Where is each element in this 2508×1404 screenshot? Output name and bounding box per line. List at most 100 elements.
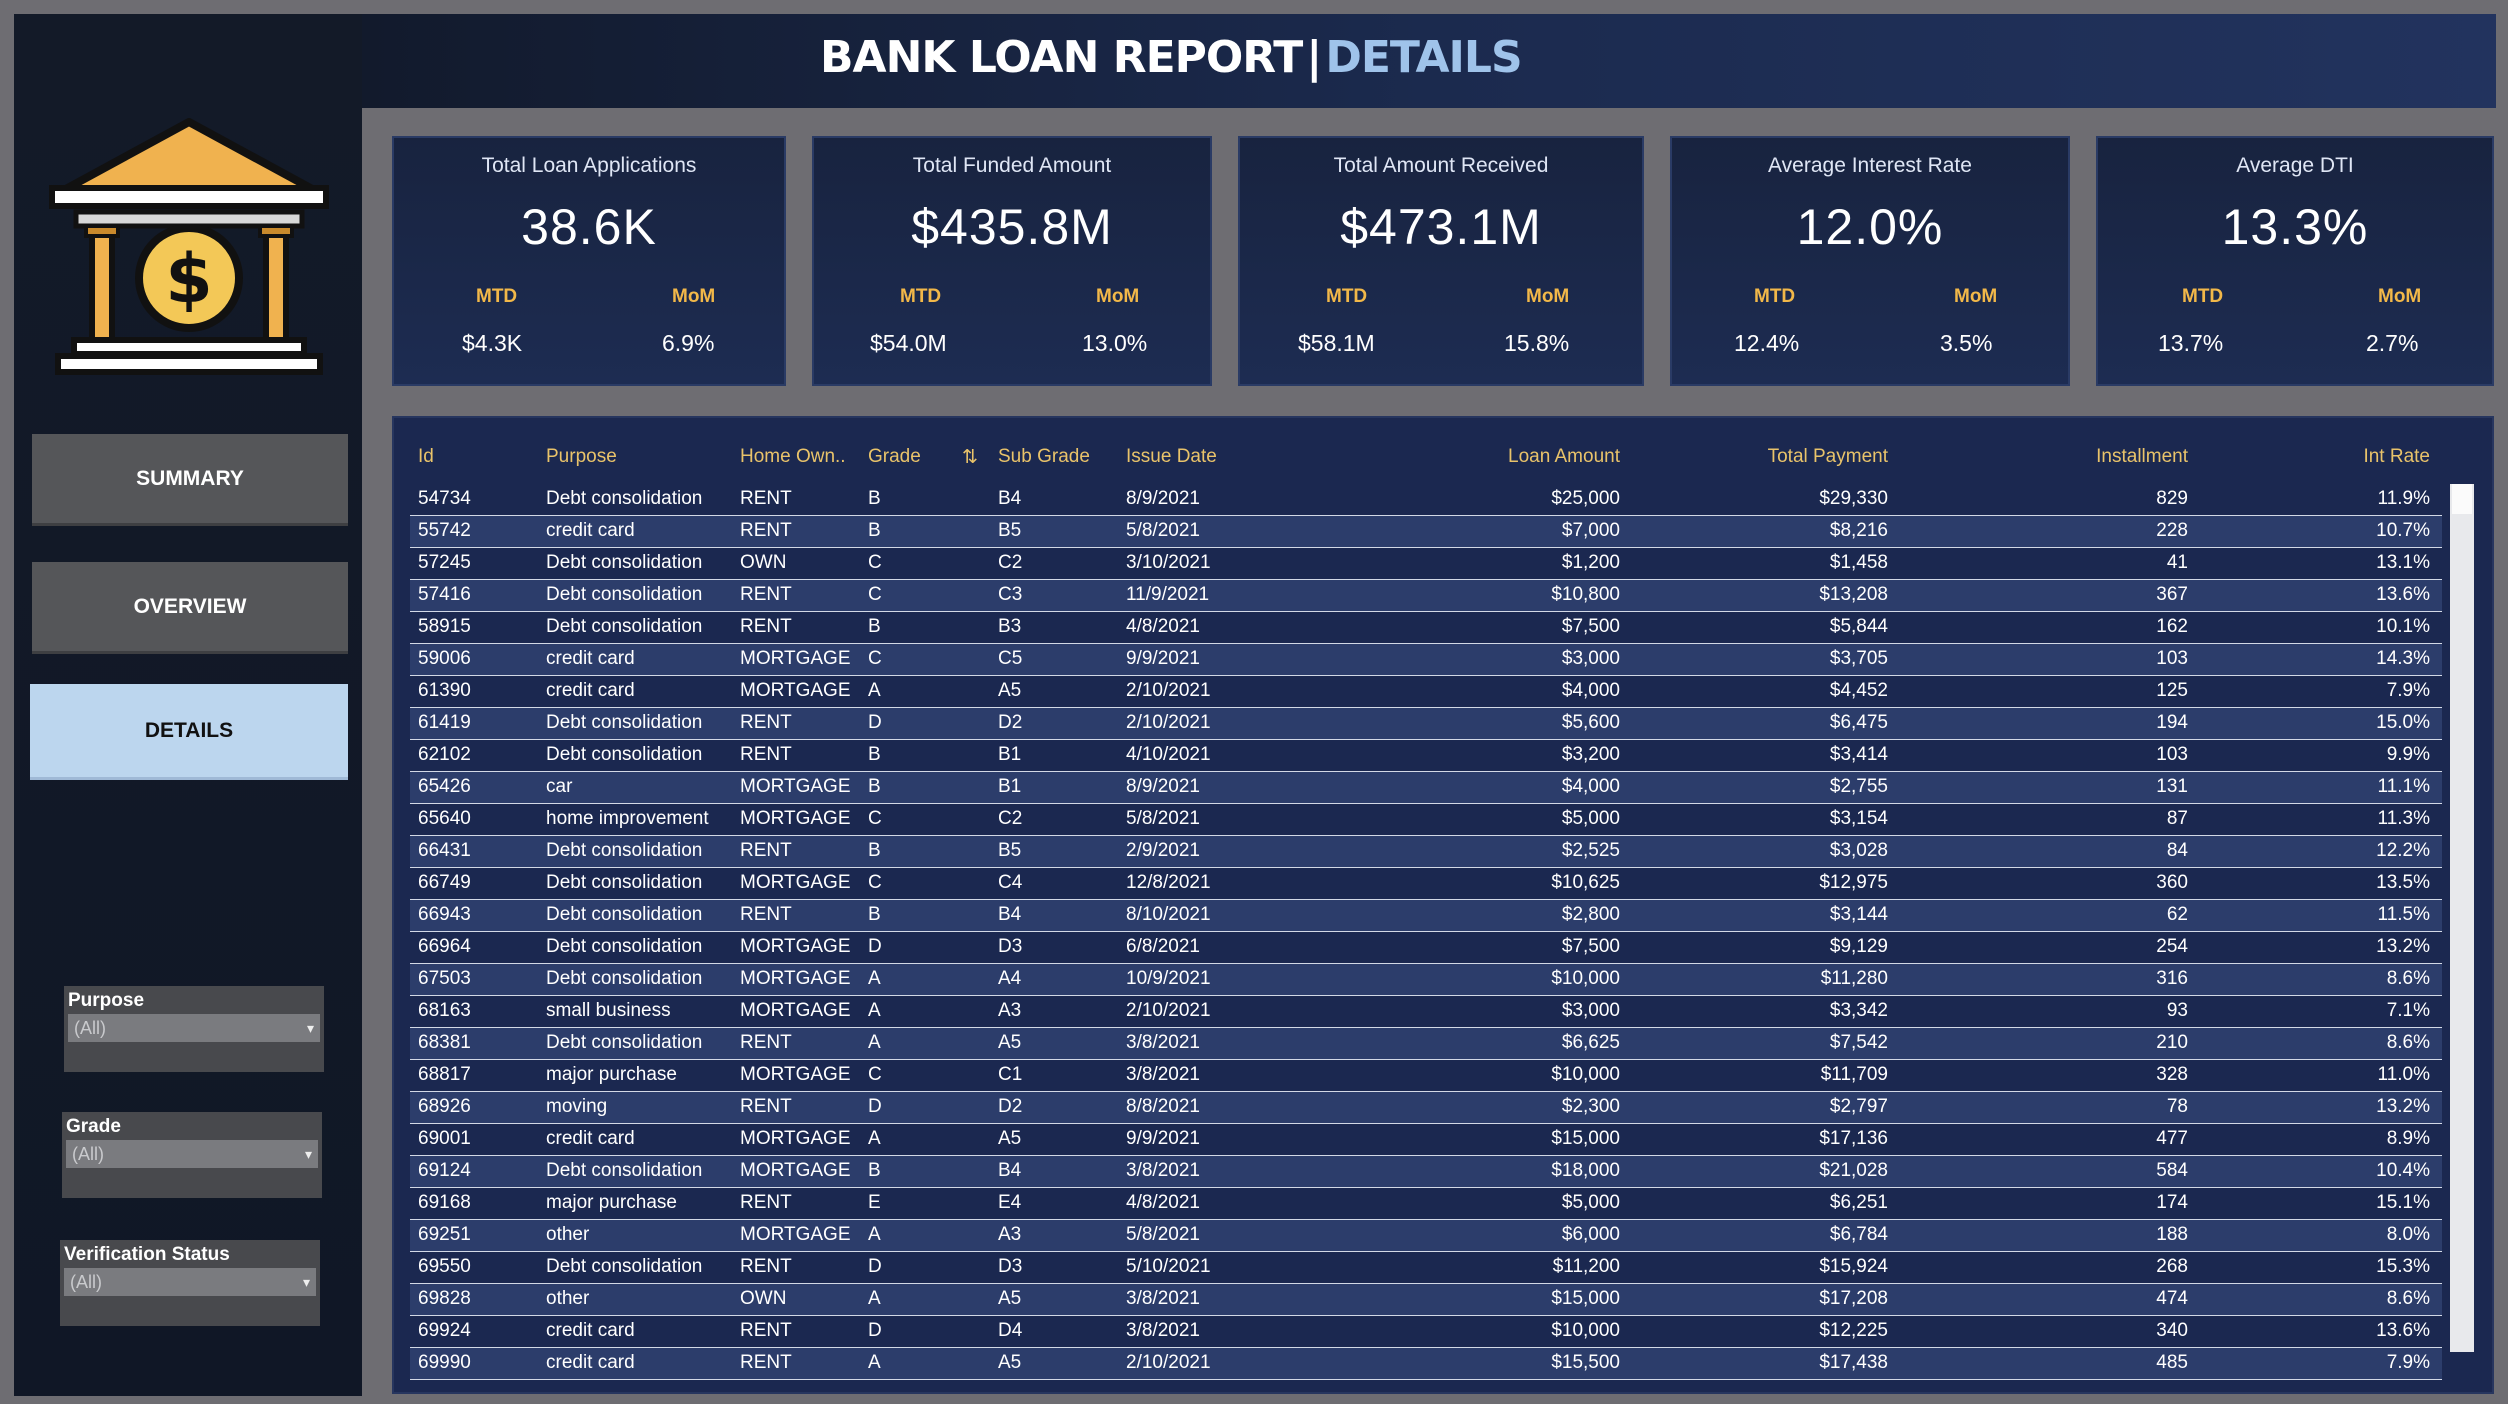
table-row[interactable]: 65426 car MORTGAGE B B1 8/9/2021 $4,000 $2,755 1…: [410, 772, 2442, 804]
cell-home-ownership: RENT: [740, 1352, 792, 1373]
table-row[interactable]: 69001 credit card MORTGAGE A A5 9/9/2021 $15,0…: [410, 1124, 2442, 1156]
table-row[interactable]: 69550 Debt consolidation RENT D D3 5/10/2021 $…: [410, 1252, 2442, 1284]
filter-verification-select[interactable]: (All) ▾: [64, 1268, 316, 1296]
table-row[interactable]: 65640 home improvement MORTGAGE C C2 5/8/2021…: [410, 804, 2442, 836]
col-header-purpose[interactable]: Purpose: [546, 446, 617, 468]
sort-icon[interactable]: ⇅: [962, 446, 978, 469]
table-row[interactable]: 54734 Debt consolidation RENT B B4 8/9/2021 $2…: [410, 484, 2442, 516]
cell-grade: C: [868, 552, 882, 573]
table-row[interactable]: 62102 Debt consolidation RENT B B1 4/10/2021 $…: [410, 740, 2442, 772]
cell-sub-grade: A5: [998, 1352, 1022, 1373]
cell-purpose: major purchase: [546, 1192, 677, 1213]
table-row[interactable]: 59006 credit card MORTGAGE C C5 9/9/2021 $3,00…: [410, 644, 2442, 676]
cell-installment: 41: [2166, 552, 2188, 573]
cell-installment: 474: [2156, 1288, 2188, 1309]
cell-home-ownership: MORTGAGE: [740, 1224, 851, 1245]
kpi-mom-value: 2.7%: [2366, 330, 2419, 356]
cell-grade: C: [868, 584, 882, 605]
table-row[interactable]: 67503 Debt consolidation MORTGAGE A A4 10/9/2…: [410, 964, 2442, 996]
cell-home-ownership: RENT: [740, 616, 792, 637]
col-header-int-rate[interactable]: Int Rate: [2230, 446, 2430, 468]
table-row[interactable]: 69990 credit card RENT A A5 2/10/2021 $15,500 $…: [410, 1348, 2442, 1380]
filter-purpose: Purpose (All) ▾: [64, 986, 324, 1072]
cell-loan-amount: $7,500: [1561, 936, 1620, 957]
table-row[interactable]: 69251 other MORTGAGE A A3 5/8/2021 $6,000 $6,78…: [410, 1220, 2442, 1252]
cell-id: 62102: [418, 744, 471, 765]
cell-purpose: Debt consolidation: [546, 968, 703, 989]
nav-overview-button[interactable]: OVERVIEW: [32, 562, 348, 654]
title-separator: |: [1306, 32, 1322, 83]
col-header-issue-date[interactable]: Issue Date: [1126, 446, 1217, 468]
kpi-value: 13.3%: [2221, 199, 2369, 255]
cell-purpose: home improvement: [546, 808, 709, 829]
filter-grade-select[interactable]: (All) ▾: [66, 1140, 318, 1168]
col-header-installment[interactable]: Installment: [1988, 446, 2188, 468]
cell-total-payment: $7,542: [1829, 1032, 1888, 1053]
cell-home-ownership: RENT: [740, 1192, 792, 1213]
col-header-id[interactable]: Id: [418, 446, 434, 468]
cell-home-ownership: RENT: [740, 840, 792, 861]
kpi-title: Total Amount Received: [1333, 154, 1549, 177]
table-row[interactable]: 68926 moving RENT D D2 8/8/2021 $2,300 $2,797 78…: [410, 1092, 2442, 1124]
table-row[interactable]: 61419 Debt consolidation RENT D D2 2/10/2021 $…: [410, 708, 2442, 740]
filter-purpose-select[interactable]: (All) ▾: [68, 1014, 320, 1042]
table-row[interactable]: 68163 small business MORTGAGE A A3 2/10/2021 $…: [410, 996, 2442, 1028]
cell-installment: 210: [2156, 1032, 2188, 1053]
table-row[interactable]: 69124 Debt consolidation MORTGAGE B B4 3/8/20…: [410, 1156, 2442, 1188]
col-header-home-ownership[interactable]: Home Own..: [740, 446, 846, 468]
cell-purpose: credit card: [546, 520, 635, 541]
cell-total-payment: $12,975: [1819, 872, 1888, 893]
nav-details-button[interactable]: DETAILS: [30, 684, 348, 780]
cell-installment: 268: [2156, 1256, 2188, 1277]
table-row[interactable]: 69828 other OWN A A5 3/8/2021 $15,000 $17,208 47…: [410, 1284, 2442, 1316]
header-bar: BANK LOAN REPORT|DETAILS: [362, 14, 2496, 108]
table-row[interactable]: 58915 Debt consolidation RENT B B3 4/8/2021 $7…: [410, 612, 2442, 644]
cell-installment: 829: [2156, 488, 2188, 509]
table-row[interactable]: 57245 Debt consolidation OWN C C2 3/10/2021 $1…: [410, 548, 2442, 580]
cell-installment: 367: [2156, 584, 2188, 605]
cell-issue-date: 8/8/2021: [1126, 1096, 1200, 1117]
table-row[interactable]: 66431 Debt consolidation RENT B B5 2/9/2021 $2…: [410, 836, 2442, 868]
kpi-title: Total Loan Applications: [481, 154, 697, 177]
cell-total-payment: $12,225: [1819, 1320, 1888, 1341]
table-row[interactable]: 68817 major purchase MORTGAGE C C1 3/8/2021 $1…: [410, 1060, 2442, 1092]
cell-issue-date: 5/8/2021: [1126, 1224, 1200, 1245]
cell-home-ownership: RENT: [740, 744, 792, 765]
table-row[interactable]: 57416 Debt consolidation RENT C C3 11/9/2021 $…: [410, 580, 2442, 612]
cell-int-rate: 8.6%: [2386, 968, 2430, 989]
cell-int-rate: 10.7%: [2376, 520, 2430, 541]
col-header-sub-grade[interactable]: Sub Grade: [998, 446, 1090, 468]
kpi-mtd-value: $54.0M: [870, 330, 947, 356]
cell-int-rate: 15.3%: [2376, 1256, 2430, 1277]
scrollbar-thumb[interactable]: [2452, 484, 2472, 514]
cell-installment: 328: [2156, 1064, 2188, 1085]
vertical-scrollbar[interactable]: [2450, 484, 2474, 1352]
table-row[interactable]: 69924 credit card RENT D D4 3/8/2021 $10,000 $1…: [410, 1316, 2442, 1348]
cell-total-payment: $6,475: [1829, 712, 1888, 733]
cell-sub-grade: C2: [998, 552, 1023, 573]
cell-home-ownership: MORTGAGE: [740, 936, 851, 957]
cell-sub-grade: D2: [998, 1096, 1023, 1117]
table-row[interactable]: 66749 Debt consolidation MORTGAGE C C4 12/8/2…: [410, 868, 2442, 900]
cell-installment: 103: [2156, 744, 2188, 765]
cell-sub-grade: A3: [998, 1224, 1022, 1245]
col-header-grade[interactable]: Grade: [868, 446, 921, 468]
cell-grade: D: [868, 1256, 882, 1277]
kpi-mom-value: 6.9%: [662, 330, 715, 356]
table-row[interactable]: 69168 major purchase RENT E E4 4/8/2021 $5,000…: [410, 1188, 2442, 1220]
kpi-card-average-interest-rate: Average Interest Rate 12.0% MTD MoM 12.4…: [1670, 136, 2070, 386]
bank-logo-icon: $: [44, 112, 334, 384]
cell-int-rate: 11.9%: [2377, 488, 2430, 509]
cell-home-ownership: RENT: [740, 1320, 792, 1341]
cell-int-rate: 11.5%: [2377, 904, 2430, 925]
nav-summary-button[interactable]: SUMMARY: [32, 434, 348, 526]
col-header-total-payment[interactable]: Total Payment: [1688, 446, 1888, 468]
table-row[interactable]: 68381 Debt consolidation RENT A A5 3/8/2021 $6…: [410, 1028, 2442, 1060]
cell-installment: 162: [2156, 616, 2188, 637]
filter-purpose-value: (All): [74, 1018, 106, 1038]
table-row[interactable]: 66964 Debt consolidation MORTGAGE D D3 6/8/20…: [410, 932, 2442, 964]
table-row[interactable]: 55742 credit card RENT B B5 5/8/2021 $7,000 $8,…: [410, 516, 2442, 548]
table-row[interactable]: 66943 Debt consolidation RENT B B4 8/10/2021 $…: [410, 900, 2442, 932]
table-row[interactable]: 61390 credit card MORTGAGE A A5 2/10/2021 $4,0…: [410, 676, 2442, 708]
col-header-loan-amount[interactable]: Loan Amount: [1420, 446, 1620, 468]
